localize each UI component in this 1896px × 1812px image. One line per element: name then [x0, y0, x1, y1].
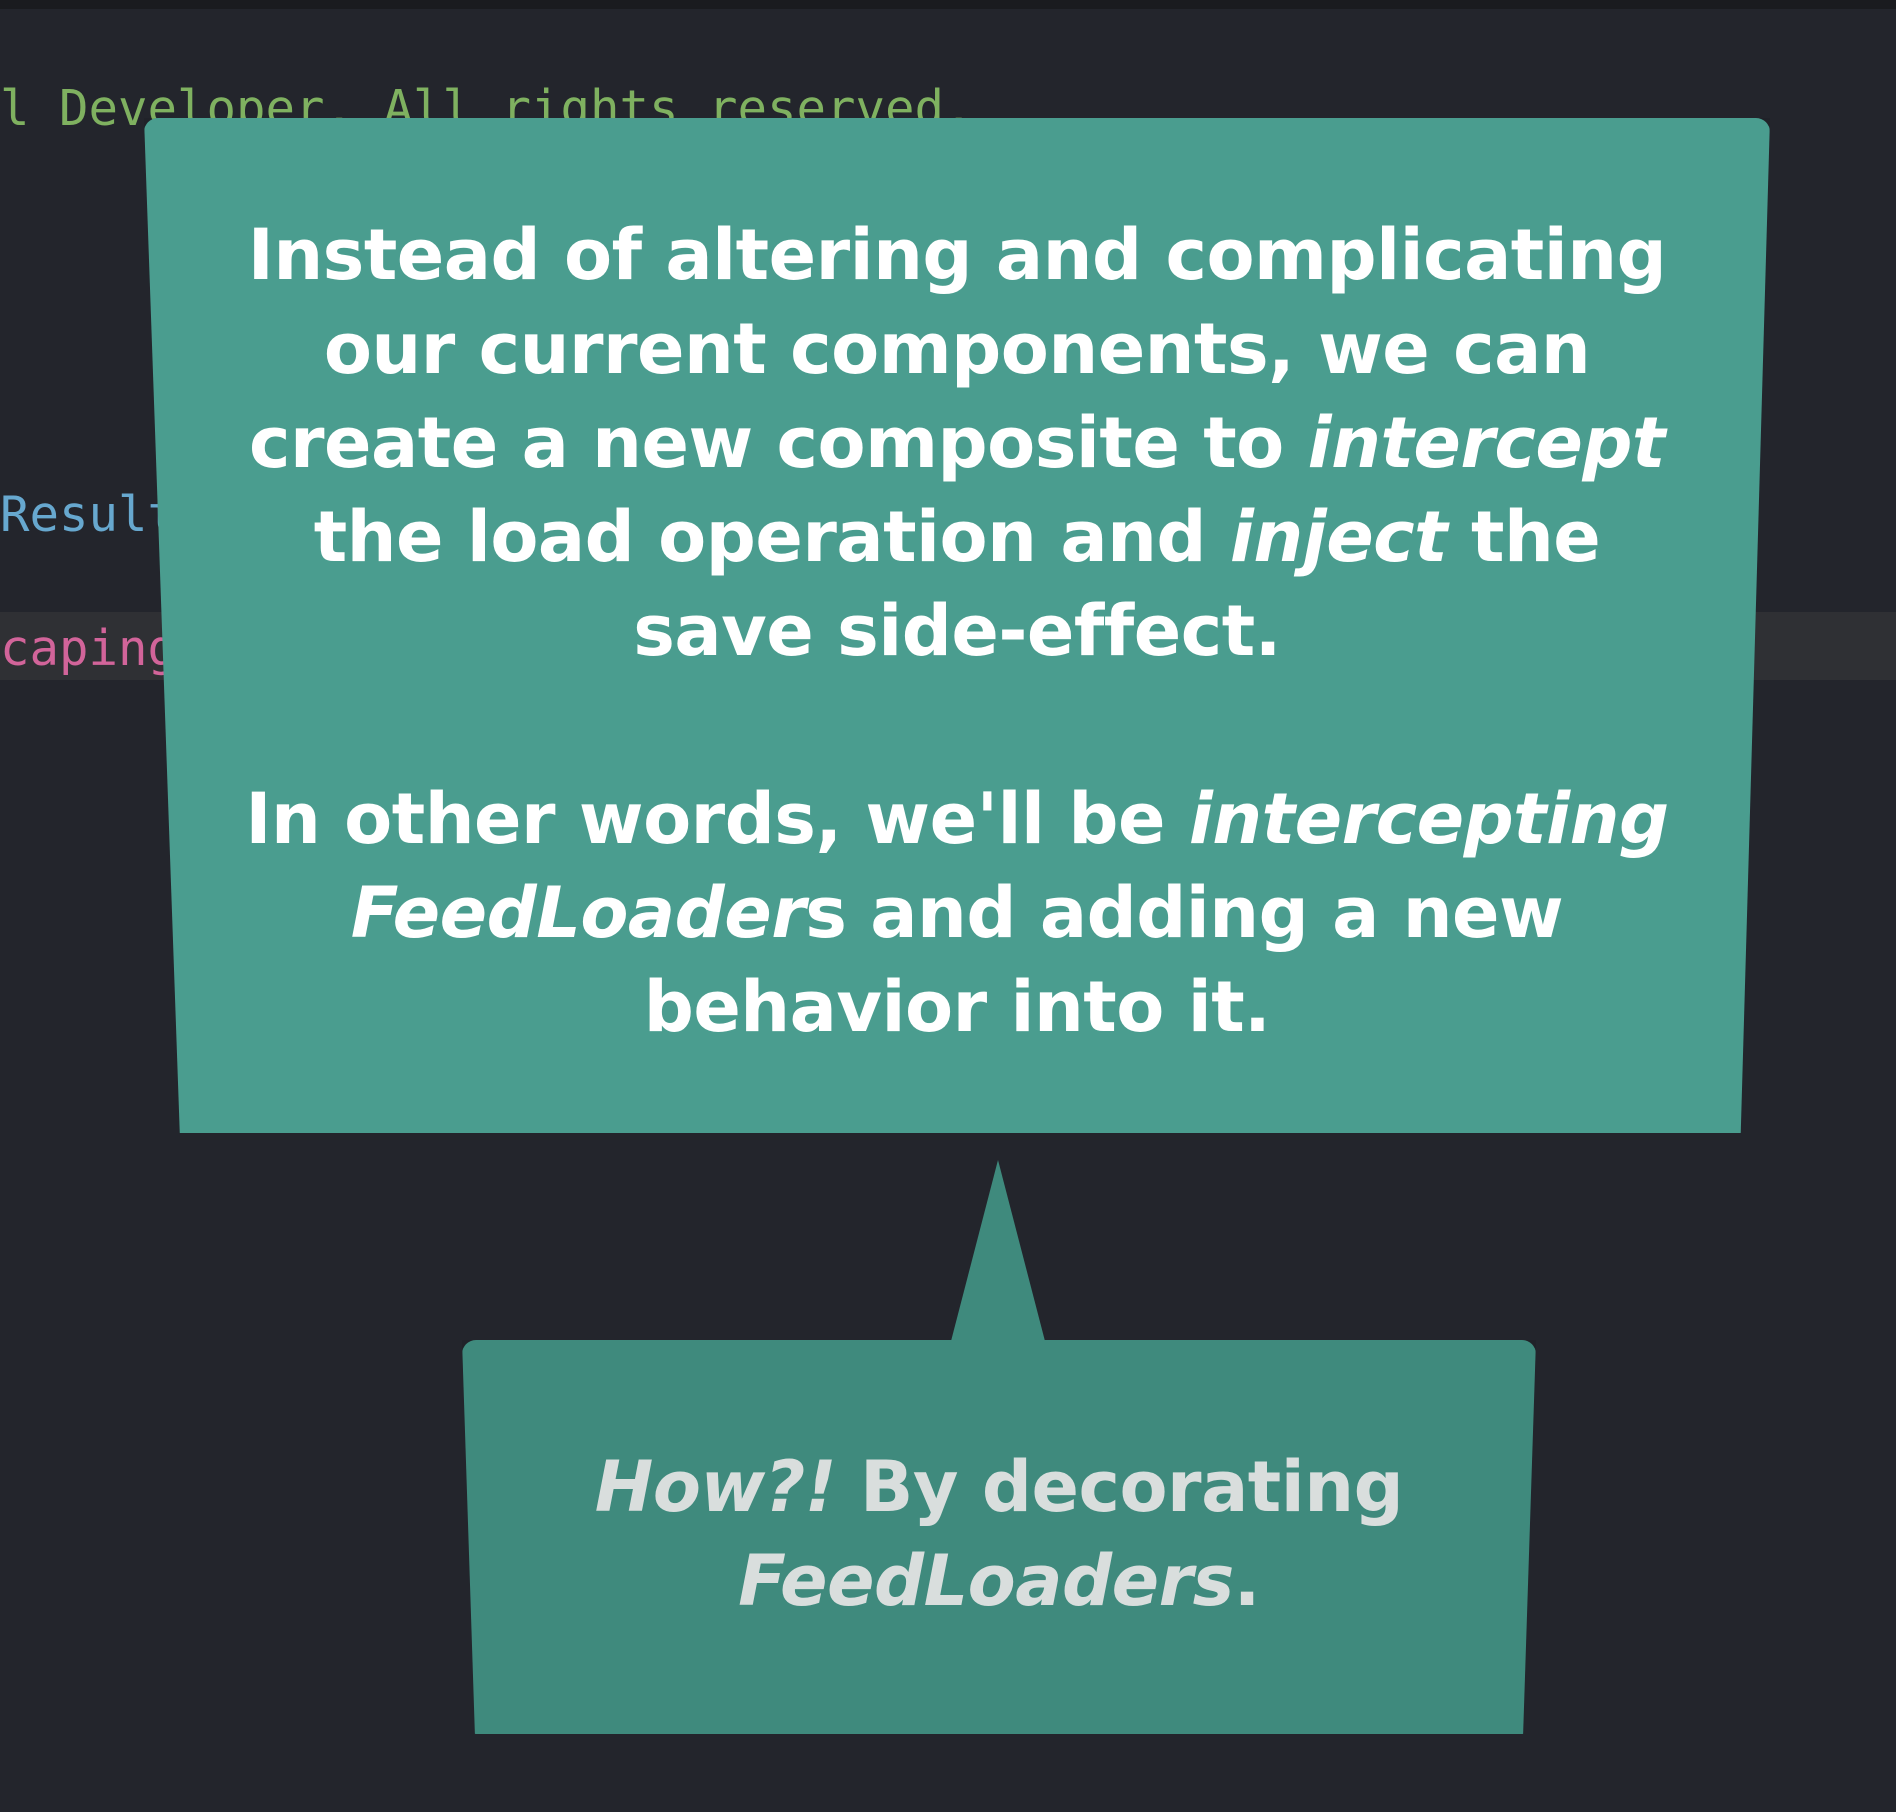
p1-line1: Instead of altering and complicating [247, 214, 1667, 296]
answer-text: How?! By decorating FeedLoaders. [462, 1440, 1536, 1628]
emphasis-feedloader: FeedLoader [350, 872, 806, 954]
emphasis-intercepting: intercepting [1188, 778, 1669, 860]
emphasis-inject: inject [1229, 496, 1448, 578]
answer-line1: By decorating [836, 1446, 1404, 1528]
main-explanation-card: Instead of altering and complicating our… [144, 118, 1770, 1133]
window-top-strip [0, 0, 1896, 9]
emphasis-how: How?! [594, 1446, 837, 1528]
p1-line2: our current components, we can [323, 308, 1591, 390]
paragraph-2: In other words, we'll be intercepting Fe… [144, 772, 1770, 1054]
p2-line1: In other words, we'll be [245, 778, 1189, 860]
p1-line4: the load operation and [313, 496, 1230, 578]
p1-line4-end: the [1447, 496, 1601, 578]
answer-line2-end: . [1233, 1540, 1261, 1622]
code-keyword-fragment: caping [0, 620, 178, 677]
p1-line5: save side-effect. [633, 590, 1281, 672]
p2-line3: behavior into it. [643, 966, 1271, 1048]
code-type-fragment: Result [0, 486, 178, 543]
emphasis-intercept: intercept [1307, 402, 1666, 484]
answer-callout-card: How?! By decorating FeedLoaders. [462, 1340, 1536, 1734]
p1-line3: create a new composite to [249, 402, 1308, 484]
paragraph-1: Instead of altering and complicating our… [144, 208, 1770, 678]
p2-line2: s and adding a new [805, 872, 1564, 954]
emphasis-feedloaders: FeedLoaders [738, 1540, 1234, 1622]
callout-pointer [950, 1160, 1046, 1345]
